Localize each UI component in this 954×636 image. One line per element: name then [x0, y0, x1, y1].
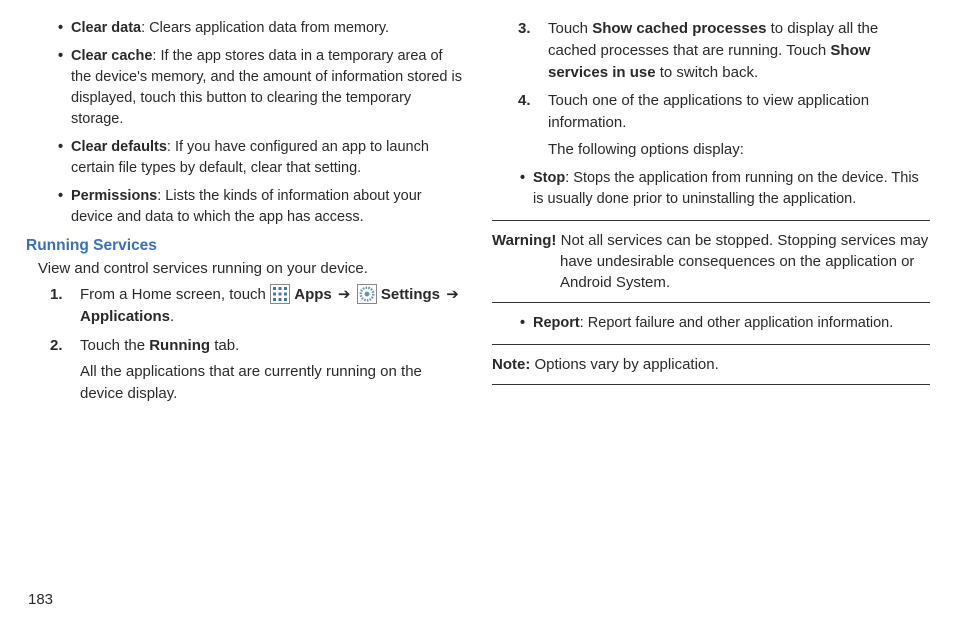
warning-box: Warning! Not all services can be stopped…	[492, 220, 930, 303]
step-item: 1. From a Home screen, touch Apps ➔	[42, 284, 462, 328]
step-item: 4. Touch one of the applications to view…	[510, 90, 930, 160]
step-item: 3. Touch Show cached processes to displa…	[510, 18, 930, 83]
term-label: Clear data	[71, 20, 141, 36]
running-label: Running	[149, 337, 210, 354]
bold-phrase: Show cached processes	[592, 20, 766, 37]
step-text: to switch back.	[656, 64, 759, 81]
term-label: Report	[533, 315, 580, 331]
step-text: From a Home screen, touch	[80, 286, 270, 303]
step-text: Touch one of the applications to view ap…	[548, 92, 869, 131]
right-column: 3. Touch Show cached processes to displa…	[492, 18, 930, 412]
page-number: 183	[28, 591, 53, 608]
intro-text: View and control services running on you…	[38, 260, 462, 277]
term-label: Stop	[533, 170, 565, 186]
step-text: Touch	[548, 20, 592, 37]
term-label: Permissions	[71, 188, 157, 204]
step-number: 3.	[518, 18, 531, 40]
steps-list: 1. From a Home screen, touch Apps ➔	[24, 284, 462, 405]
term-desc: : Clears application data from memory.	[141, 20, 389, 36]
step-number: 4.	[518, 90, 531, 112]
warning-label: Warning!	[492, 232, 561, 249]
section-heading: Running Services	[26, 237, 462, 255]
term-label: Clear cache	[71, 48, 152, 64]
list-item: Clear data: Clears application data from…	[62, 18, 462, 39]
list-item: Stop: Stops the application from running…	[524, 168, 930, 210]
list-item: Clear cache: If the app stores data in a…	[62, 46, 462, 130]
list-item: Report: Report failure and other applica…	[524, 313, 930, 334]
apps-label: Apps	[294, 286, 336, 303]
note-label: Note:	[492, 356, 535, 373]
settings-gear-icon	[357, 284, 377, 304]
arrow-icon: ➔	[444, 284, 461, 306]
note-box: Note: Options vary by application.	[492, 344, 930, 385]
page-columns: Clear data: Clears application data from…	[24, 18, 930, 412]
step-text: tab.	[210, 337, 239, 354]
settings-label: Settings	[381, 286, 444, 303]
definitions-list: Clear data: Clears application data from…	[24, 18, 462, 228]
list-item: Permissions: Lists the kinds of informat…	[62, 186, 462, 228]
step-text: Touch the	[80, 337, 149, 354]
applications-label: Applications	[80, 308, 170, 325]
list-item: Clear defaults: If you have configured a…	[62, 137, 462, 179]
apps-grid-icon	[270, 284, 290, 304]
arrow-icon: ➔	[336, 284, 353, 306]
note-text: Options vary by application.	[535, 356, 719, 373]
steps-list: 3. Touch Show cached processes to displa…	[492, 18, 930, 161]
term-desc: : Stops the application from running on …	[533, 170, 919, 207]
left-column: Clear data: Clears application data from…	[24, 18, 462, 412]
step-item: 2. Touch the Running tab. All the applic…	[42, 335, 462, 405]
term-desc: : Report failure and other application i…	[580, 315, 894, 331]
step-sub-text: All the applications that are currently …	[80, 361, 462, 405]
options-list: Stop: Stops the application from running…	[492, 168, 930, 210]
warning-text: Not all services can be stopped. Stoppin…	[560, 232, 928, 291]
step-number: 1.	[50, 284, 63, 306]
term-label: Clear defaults	[71, 139, 167, 155]
options-list: Report: Report failure and other applica…	[492, 313, 930, 334]
period: .	[170, 308, 174, 325]
step-number: 2.	[50, 335, 63, 357]
step-sub-text: The following options display:	[548, 139, 930, 161]
